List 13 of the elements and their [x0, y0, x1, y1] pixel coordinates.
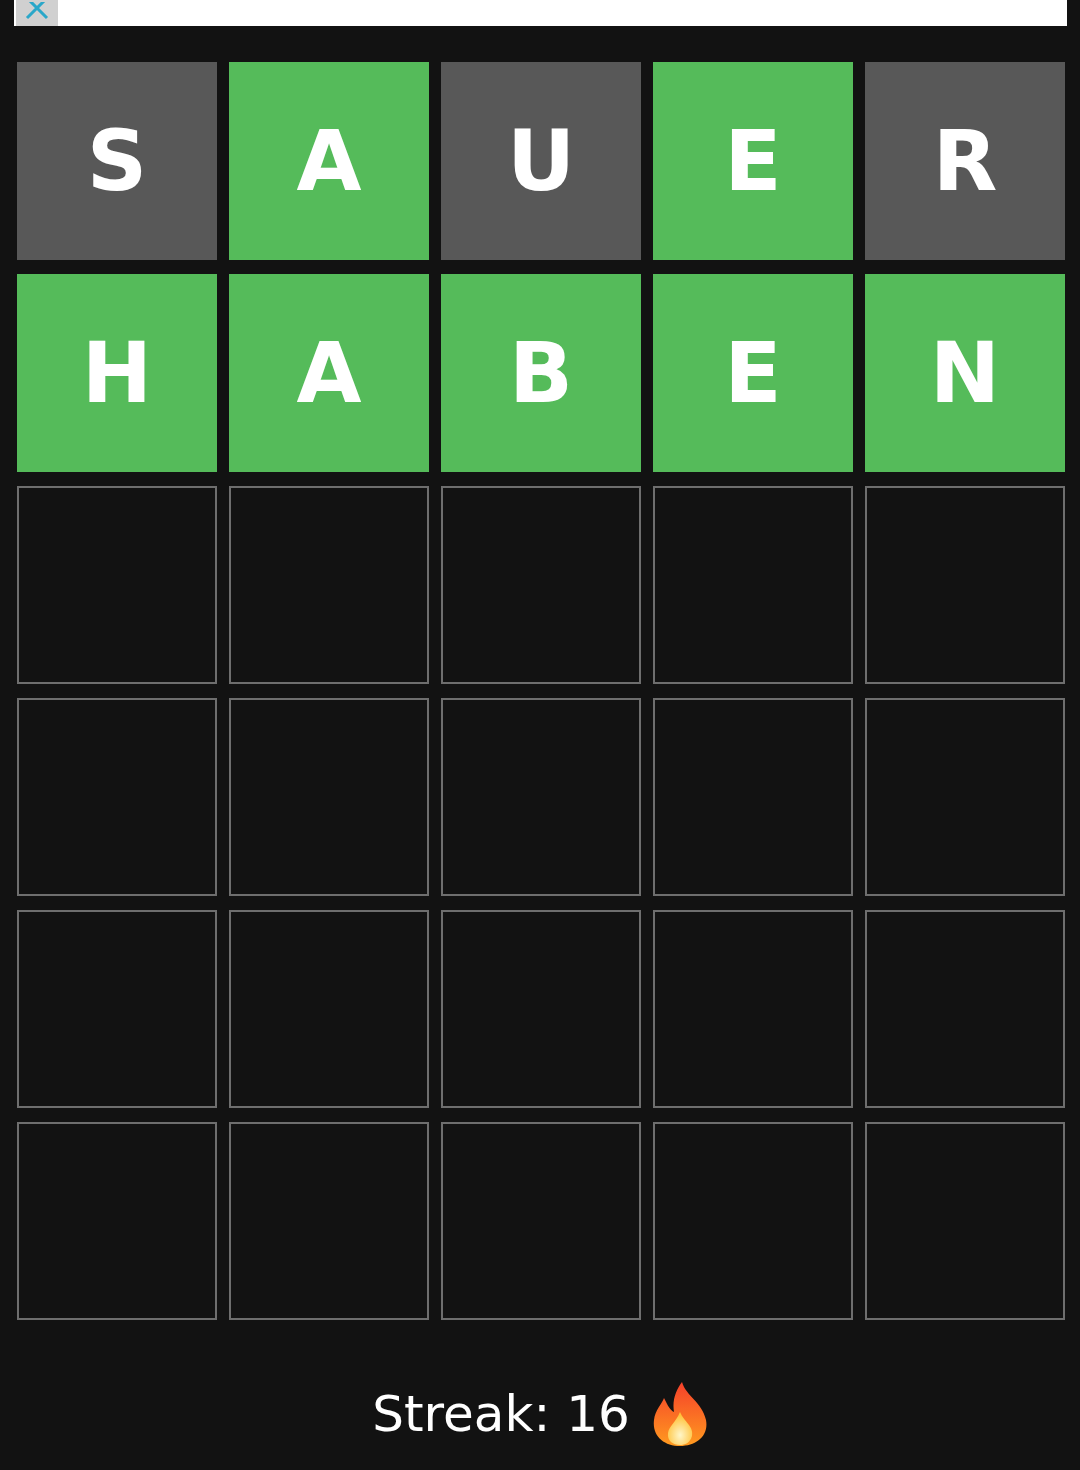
letter-tile: B	[441, 274, 641, 472]
letter-tile: U	[441, 62, 641, 260]
letter-tile: R	[865, 62, 1065, 260]
fire-icon	[651, 1382, 708, 1446]
letter-tile: N	[865, 274, 1065, 472]
letter-tile: A	[229, 274, 429, 472]
letter-tile: E	[653, 274, 853, 472]
close-button[interactable]	[16, 0, 58, 26]
streak-label: Streak: 16	[372, 1385, 630, 1443]
letter-tile: S	[17, 62, 217, 260]
letter-tile: H	[17, 274, 217, 472]
letter-tile: A	[229, 62, 429, 260]
letter-tile: E	[653, 62, 853, 260]
